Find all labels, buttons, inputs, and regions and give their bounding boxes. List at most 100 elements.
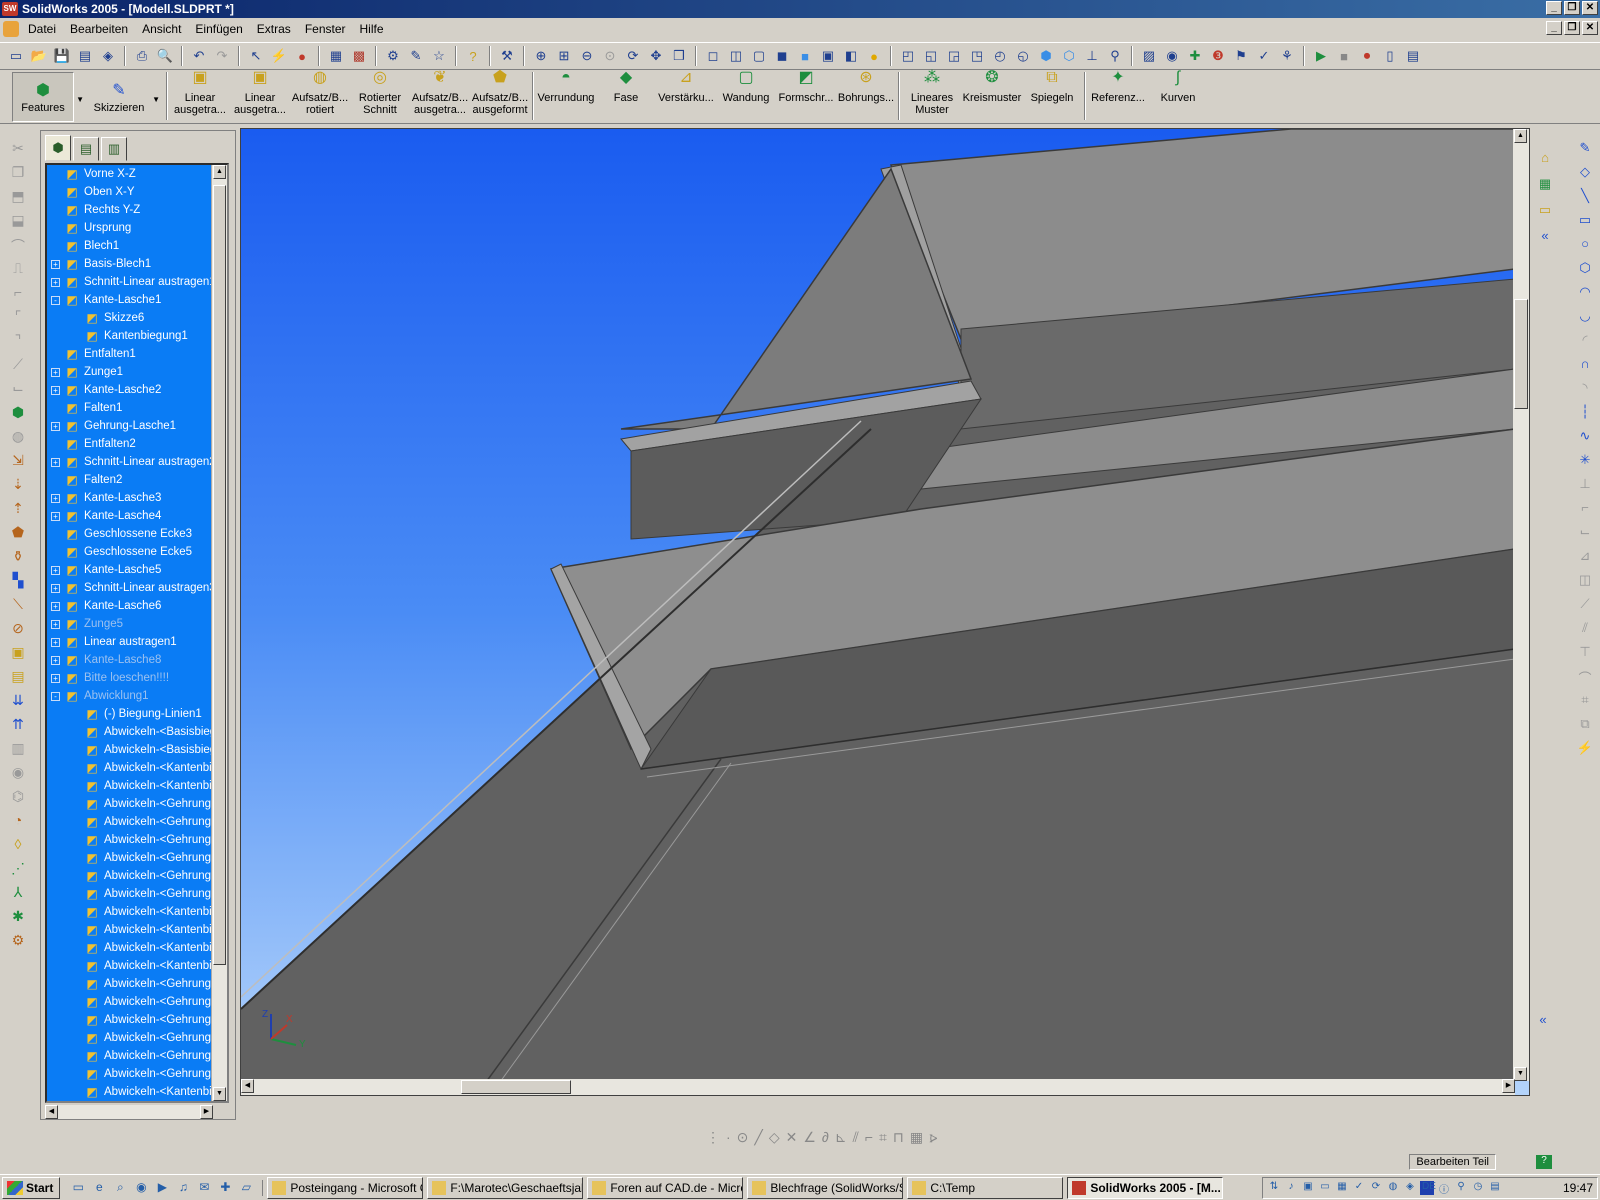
menu-extras[interactable]: Extras [250,22,298,36]
swept-boss-button[interactable]: ❦ Aufsatz/B... ausgetra... [410,70,470,122]
tree-item[interactable]: - ◩ Abwicklung1 [47,687,227,705]
centerline-icon[interactable]: ⋰ [8,860,28,880]
extend-icon[interactable]: ⫽ [1576,620,1594,638]
tree-item[interactable]: ◩ Abwickeln-<Basisbiegung [47,723,227,741]
chamfer-sketch-icon[interactable]: ⌙ [1576,524,1594,542]
tray-info-icon[interactable]: ⓘ [1437,1181,1451,1196]
extruded-boss-button[interactable]: ▣ Linear ausgetra... [170,70,230,122]
tree-item[interactable]: ◩ Falten2 [47,471,227,489]
tree-item[interactable]: ◩ Abwickeln-<Gehrungsb [47,1047,227,1065]
tree-item[interactable]: ◩ Blech1 [47,237,227,255]
tree-item[interactable]: ◩ Entfalten2 [47,435,227,453]
tree-item[interactable]: ◩ Abwickeln-<Gehrungsb [47,813,227,831]
link-views-icon[interactable]: ⚲ [1105,46,1125,66]
add-relation-icon[interactable]: ⚡ [1576,740,1594,758]
tray-app-icon[interactable]: ▦ [1335,1181,1349,1195]
tree-item[interactable]: + ◩ Linear austragen1 [47,633,227,651]
tree-item[interactable]: ◩ Falten1 [47,399,227,417]
expand-toggle-icon[interactable]: + [51,385,60,395]
tree-item[interactable]: + ◩ Kante-Lasche8 [47,651,227,669]
tray-shield-icon[interactable]: ◈ [1403,1181,1417,1195]
unfold2-icon[interactable]: ⇊ [8,692,28,712]
help-status-icon[interactable]: ? [1536,1155,1552,1169]
tray-network-icon[interactable]: ⇅ [1267,1181,1281,1195]
fillet-button[interactable]: ◓ Verrundung [536,70,596,122]
expand-toggle-icon[interactable]: + [51,619,60,629]
linear-pattern-button[interactable]: ⁂ Lineares Muster [902,70,962,122]
no-bends-icon[interactable]: ⊘ [8,620,28,640]
tree-item[interactable]: ◩ Abwickeln-<Gehrungsb [47,885,227,903]
tray-usb-icon[interactable]: ⚲ [1454,1181,1468,1195]
record-macro-icon[interactable]: ⏺ [1357,46,1377,66]
help-icon[interactable]: ? [463,46,483,66]
minimize-button[interactable]: _ [1546,1,1562,15]
tree-item[interactable]: + ◩ Kante-Lasche4 [47,507,227,525]
flatten-icon[interactable]: ⇲ [8,452,28,472]
shaded-icon[interactable]: ■ [795,46,815,66]
expand-toggle-icon[interactable]: - [51,295,60,305]
chevron-down-icon[interactable]: ▼ [76,95,84,104]
jog-icon[interactable]: ⎍ [8,260,28,280]
tree-item[interactable]: + ◩ Basis-Blech1 [47,255,227,273]
redo-icon[interactable]: ↷ [212,46,232,66]
zoom-in-out-icon[interactable]: ⊖ [577,46,597,66]
shadows-icon[interactable]: ▣ [818,46,838,66]
sketch-tools-icon[interactable]: ✎ [406,46,426,66]
tree-item[interactable]: - ◩ Kante-Lasche1 [47,291,227,309]
tree-item[interactable]: ◩ Abwickeln-<Gehrungsb [47,849,227,867]
break-corner-icon[interactable]: ⌝ [8,332,28,352]
tree-item[interactable]: + ◩ Zunge1 [47,363,227,381]
tree-item[interactable]: ◩ Abwickeln-<Kantenbieg [47,921,227,939]
task-explorer-marotec[interactable]: F:\Marotec\Geschaeftsjah... [427,1176,584,1199]
centerline-icon[interactable]: ┆ [1576,404,1594,422]
convert-to-sheetmetal-icon[interactable]: ▚ [8,572,28,592]
perpendicular-snap-icon[interactable]: ⊾ [835,1129,847,1146]
tree-item[interactable]: + ◩ Gehrung-Lasche1 [47,417,227,435]
tree-item[interactable]: ◩ Abwickeln-<Gehrungsb [47,795,227,813]
task-browser-blechfrage[interactable]: Blechfrage (SolidWorks/S... [747,1176,904,1199]
point-icon[interactable]: · [726,1129,731,1145]
edge-flange-icon[interactable]: ⬒ [8,188,28,208]
save-icon[interactable]: 💾 [52,46,72,66]
horizontal-snap-icon[interactable]: ⌐ [865,1129,873,1145]
solidworks-app-icon[interactable]: SW [2,2,18,16]
mirror-button[interactable]: ⧉ Spiegeln [1022,70,1082,122]
expand-toggle-icon[interactable]: + [51,565,60,575]
tray-display-icon[interactable]: ▭ [1318,1181,1332,1195]
view-left-icon[interactable]: ◲ [944,46,964,66]
new-macro-icon[interactable]: ▯ [1380,46,1400,66]
hem-icon[interactable]: ⌒ [8,236,28,256]
view-bottom-icon[interactable]: ◵ [1013,46,1033,66]
home-icon[interactable]: ⌂ [1536,150,1554,168]
polygon-icon[interactable]: ⬡ [1576,260,1594,278]
tree-item[interactable]: ◩ Abwickeln-<Kantenbieg [47,777,227,795]
expand-toggle-icon[interactable]: + [51,367,60,377]
tree-item[interactable]: + ◩ Zunge5 [47,615,227,633]
cross-break-icon[interactable]: ⟍ [8,596,28,616]
spline-arc-icon[interactable]: ◝ [1576,380,1594,398]
fillet-sketch-icon[interactable]: ⌐ [1576,500,1594,518]
tree-item[interactable]: ◩ Abwickeln-<Gehrungsb [47,975,227,993]
draft-button[interactable]: ◩ Formschr... [776,70,836,122]
expand-toggle-icon[interactable]: - [51,691,60,701]
property-manager-tab-icon[interactable]: ▤ [73,137,99,161]
undo-icon[interactable]: ↶ [189,46,209,66]
point-icon[interactable]: ✱ [8,908,28,928]
start-button[interactable]: Start [2,1176,61,1199]
tangent-snap-icon[interactable]: ∂ [822,1129,829,1145]
rib-button[interactable]: ⊿ Verstärku... [656,70,716,122]
edit-macro-icon[interactable]: ▤ [1403,46,1423,66]
addin-icon[interactable]: ✚ [1185,46,1205,66]
tray-language-indicator[interactable]: DE [1420,1181,1436,1195]
shape-tool-icon[interactable]: ◔ [8,812,28,832]
expand-toggle-icon[interactable]: + [51,511,60,521]
tray-monitor-icon[interactable]: ▣ [1301,1181,1315,1195]
chamfer-button[interactable]: ◆ Fase [596,70,656,122]
tree-item[interactable]: ◩ (-) Biegung-Linien1 [47,705,227,723]
zoom-selection-icon[interactable]: ⊙ [600,46,620,66]
tab-skizzieren[interactable]: ✎ Skizzieren ▼ [88,72,160,122]
extruded-cut-button[interactable]: ▣ Linear ausgetra... [230,70,290,122]
menu-einfuegen[interactable]: Einfügen [188,22,249,36]
table-icon[interactable]: ▦ [910,1129,923,1146]
move-entities-icon[interactable]: ⧉ [1576,716,1594,734]
